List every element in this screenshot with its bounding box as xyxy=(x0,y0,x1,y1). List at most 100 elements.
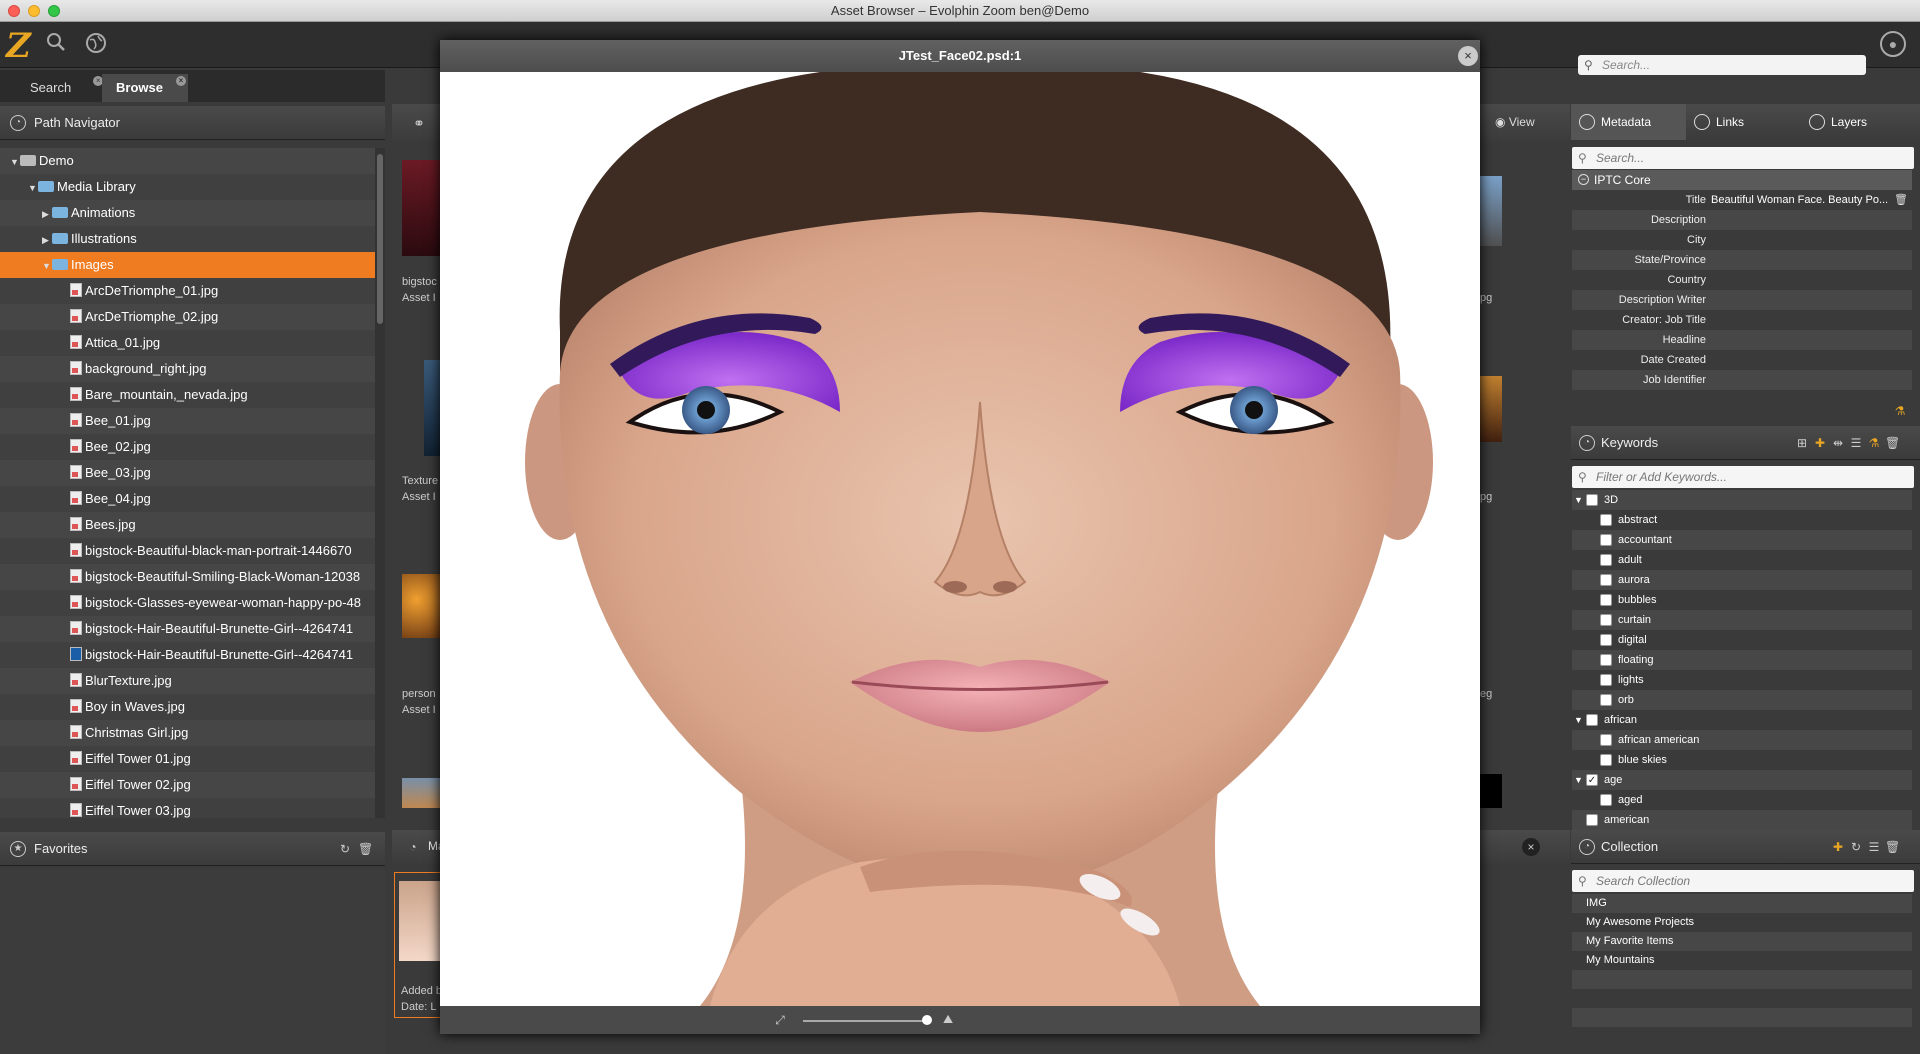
keyword-checkbox[interactable] xyxy=(1600,594,1612,606)
keyword-item[interactable]: aged xyxy=(1572,790,1912,810)
tree-file-item[interactable]: Christmas Girl.jpg xyxy=(0,720,375,746)
keyword-item[interactable]: lights xyxy=(1572,670,1912,690)
refresh-icon[interactable]: ↻ xyxy=(338,842,352,856)
tab-browse[interactable]: Browse × xyxy=(102,74,188,102)
tree-file-item[interactable]: Bee_01.jpg xyxy=(0,408,375,434)
tree-item-illustrations[interactable]: ▶ Illustrations xyxy=(0,226,375,252)
keyword-item[interactable]: ▼ ✓ age xyxy=(1572,770,1912,790)
tree-file-item[interactable]: Bee_04.jpg xyxy=(0,486,375,512)
viewer-close-button[interactable]: × xyxy=(1458,46,1478,66)
tab-metadata[interactable]: Metadata xyxy=(1571,104,1686,140)
tree-file-item[interactable]: Eiffel Tower 01.jpg xyxy=(0,746,375,772)
tree-file-item[interactable]: Bee_03.jpg xyxy=(0,460,375,486)
tree-file-item[interactable]: Bee_02.jpg xyxy=(0,434,375,460)
keyword-checkbox[interactable] xyxy=(1600,754,1612,766)
trash-icon[interactable]: 🗑 xyxy=(1885,840,1900,854)
tree-scrollbar[interactable] xyxy=(375,148,385,818)
tree-file-item[interactable]: ArcDeTriomphe_01.jpg xyxy=(0,278,375,304)
keyword-item[interactable]: american xyxy=(1572,810,1912,830)
keyword-filter-input[interactable]: Filter or Add Keywords... ⚲ xyxy=(1572,466,1914,488)
close-panel-button[interactable]: × xyxy=(1522,838,1540,856)
keyword-checkbox[interactable] xyxy=(1586,494,1598,506)
keyword-checkbox[interactable] xyxy=(1586,814,1598,826)
close-tab-icon[interactable]: × xyxy=(176,76,186,86)
asset-thumbnail[interactable] xyxy=(1480,774,1502,808)
keyword-item[interactable]: ▼ african xyxy=(1572,710,1912,730)
asset-thumbnail[interactable] xyxy=(1480,376,1502,442)
list-icon[interactable]: ☰ xyxy=(1849,436,1863,450)
zoom-slider-track[interactable] xyxy=(803,1020,927,1022)
keyword-item[interactable]: african american xyxy=(1572,730,1912,750)
tree-file-item[interactable]: Boy in Waves.jpg xyxy=(0,694,375,720)
keyword-item[interactable]: orb xyxy=(1572,690,1912,710)
image-mode-icon[interactable]: ⛰ xyxy=(941,1012,955,1026)
collection-item[interactable]: My Mountains xyxy=(1572,951,1912,970)
collapse-icon[interactable]: − xyxy=(1578,174,1589,185)
tree-file-item[interactable]: ArcDeTriomphe_02.jpg xyxy=(0,304,375,330)
keyword-checkbox[interactable] xyxy=(1586,714,1598,726)
keyword-item[interactable]: blue skies xyxy=(1572,750,1912,770)
keyword-checkbox[interactable] xyxy=(1600,674,1612,686)
user-account-icon[interactable]: ● xyxy=(1880,31,1906,57)
metadata-row-country[interactable]: Country xyxy=(1572,270,1912,290)
metadata-row-job-identifier[interactable]: Job Identifier xyxy=(1572,370,1912,390)
tree-file-item[interactable]: bigstock-Hair-Beautiful-Brunette-Girl--4… xyxy=(0,616,375,642)
keyword-checkbox[interactable] xyxy=(1600,554,1612,566)
tree-file-item[interactable]: Bees.jpg xyxy=(0,512,375,538)
split-icon[interactable]: ⇹ xyxy=(1831,436,1845,450)
tree-item-media-library[interactable]: ▼ Media Library xyxy=(0,174,375,200)
global-search-input[interactable]: Search... ⚲ xyxy=(1578,55,1866,75)
keyword-checkbox[interactable] xyxy=(1600,574,1612,586)
keyword-checkbox[interactable] xyxy=(1600,734,1612,746)
keyword-checkbox[interactable] xyxy=(1600,694,1612,706)
metadata-row-headline[interactable]: Headline xyxy=(1572,330,1912,350)
add-collection-icon[interactable]: ✚ xyxy=(1831,840,1845,854)
metadata-row-description-writer[interactable]: Description Writer xyxy=(1572,290,1912,310)
tree-file-item[interactable]: bigstock-Hair-Beautiful-Brunette-Girl--4… xyxy=(0,642,375,668)
metadata-row-job-title[interactable]: Creator: Job Title xyxy=(1572,310,1912,330)
iptc-core-section[interactable]: − IPTC Core xyxy=(1572,170,1912,190)
flask-icon[interactable]: ⚗ xyxy=(1867,436,1881,450)
tab-links[interactable]: Links xyxy=(1686,104,1801,140)
keyword-checkbox[interactable] xyxy=(1600,654,1612,666)
tree-file-item[interactable]: background_right.jpg xyxy=(0,356,375,382)
tree-file-item[interactable]: Eiffel Tower 02.jpg xyxy=(0,772,375,798)
keyword-item[interactable]: digital xyxy=(1572,630,1912,650)
add-keyword-icon[interactable]: ✚ xyxy=(1813,436,1827,450)
flask-icon[interactable]: ⚗ xyxy=(1893,404,1907,418)
keyword-item[interactable]: aurora xyxy=(1572,570,1912,590)
keyword-checkbox[interactable] xyxy=(1600,514,1612,526)
hierarchy-icon[interactable]: ⊞ xyxy=(1795,436,1809,450)
metadata-row-title[interactable]: Title Beautiful Woman Face. Beauty Po... 🗑 xyxy=(1572,190,1912,210)
keyword-item[interactable]: accountant xyxy=(1572,530,1912,550)
zoom-slider-thumb[interactable] xyxy=(922,1015,932,1025)
collection-item[interactable]: My Awesome Projects xyxy=(1572,913,1912,932)
trash-icon[interactable]: 🗑 xyxy=(1894,190,1908,210)
keyword-item[interactable]: abstract xyxy=(1572,510,1912,530)
tree-item-images[interactable]: ▼ Images xyxy=(0,252,375,278)
trash-icon[interactable]: 🗑 xyxy=(358,842,373,856)
keyword-item[interactable]: bubbles xyxy=(1572,590,1912,610)
binoculars-icon[interactable]: ⚭ xyxy=(412,116,426,130)
keyword-checkbox[interactable] xyxy=(1600,534,1612,546)
tree-file-item[interactable]: Eiffel Tower 03.jpg xyxy=(0,798,375,818)
tree-file-item[interactable]: bigstock-Beautiful-Smiling-Black-Woman-1… xyxy=(0,564,375,590)
metadata-row-city[interactable]: City xyxy=(1572,230,1912,250)
scroll-thumb[interactable] xyxy=(377,154,383,324)
tree-file-item[interactable]: bigstock-Glasses-eyewear-woman-happy-po-… xyxy=(0,590,375,616)
tab-layers[interactable]: Layers xyxy=(1801,104,1916,140)
keyword-checkbox[interactable] xyxy=(1600,634,1612,646)
keyword-item[interactable]: floating xyxy=(1572,650,1912,670)
tree-item-animations[interactable]: ▶ Animations xyxy=(0,200,375,226)
field-value[interactable]: Beautiful Woman Face. Beauty Po... xyxy=(1711,190,1888,210)
refresh-icon[interactable]: ↻ xyxy=(1849,840,1863,854)
collection-item[interactable]: My Favorite Items xyxy=(1572,932,1912,951)
keyword-checkbox-checked[interactable]: ✓ xyxy=(1586,774,1598,786)
keyword-checkbox[interactable] xyxy=(1600,614,1612,626)
view-button[interactable]: ◉ View xyxy=(1495,115,1535,129)
asset-thumbnail[interactable] xyxy=(1480,176,1502,246)
fit-to-screen-icon[interactable]: ⤢ xyxy=(773,1013,787,1027)
globe-icon[interactable] xyxy=(84,32,108,56)
collection-item[interactable]: IMG xyxy=(1572,894,1912,913)
metadata-search-input[interactable]: Search... ⚲ xyxy=(1572,147,1914,169)
